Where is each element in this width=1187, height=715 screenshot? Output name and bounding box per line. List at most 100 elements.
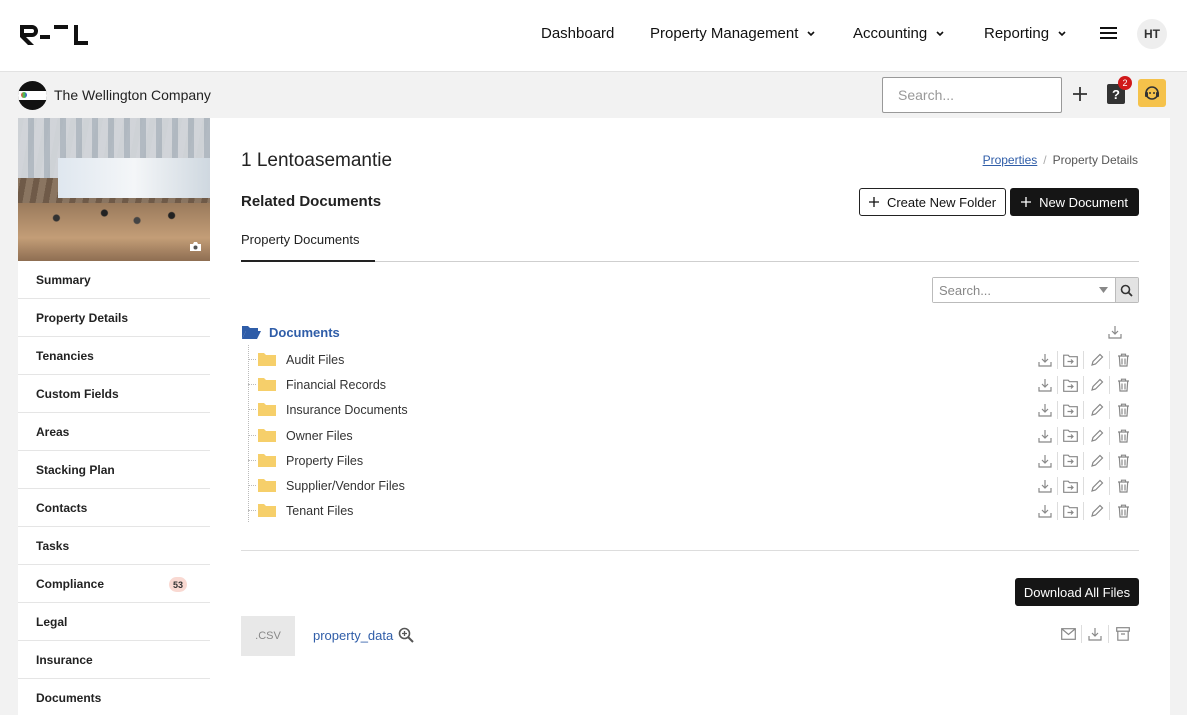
delete-folder-button[interactable]	[1110, 502, 1136, 520]
sidebar-item-documents[interactable]: Documents	[18, 679, 210, 715]
add-icon[interactable]	[1071, 85, 1089, 103]
sidebar-item-tenancies[interactable]: Tenancies	[18, 337, 210, 375]
camera-icon[interactable]	[189, 241, 202, 252]
move-folder-button[interactable]	[1058, 426, 1084, 445]
delete-folder-button[interactable]	[1110, 452, 1136, 470]
search-dropdown-toggle[interactable]	[1093, 278, 1115, 302]
company-name[interactable]: The Wellington Company	[54, 87, 211, 103]
folder-label[interactable]: Audit Files	[286, 353, 344, 367]
documents-root-label: Documents	[269, 325, 340, 340]
document-search-input[interactable]	[933, 278, 1093, 302]
folder-row[interactable]: Tenant Files	[248, 498, 1129, 523]
folder-label[interactable]: Insurance Documents	[286, 403, 408, 417]
file-name-link[interactable]: property_data	[313, 628, 393, 643]
download-folder-button[interactable]	[1032, 401, 1058, 420]
folder-icon	[258, 453, 276, 467]
delete-folder-button[interactable]	[1110, 351, 1136, 369]
nav-dashboard[interactable]: Dashboard	[541, 25, 614, 42]
folder-actions	[1032, 451, 1136, 470]
download-icon	[1088, 628, 1102, 641]
rename-folder-button[interactable]	[1084, 451, 1110, 470]
folder-row[interactable]: Audit Files	[248, 347, 1129, 372]
global-search-input[interactable]	[882, 77, 1062, 113]
zoom-in-icon[interactable]	[398, 627, 414, 643]
nav-reporting-label: Reporting	[984, 25, 1050, 42]
nav-accounting[interactable]: Accounting	[853, 25, 945, 42]
folder-actions	[1032, 426, 1136, 445]
download-folder-button[interactable]	[1032, 351, 1058, 369]
create-new-folder-button[interactable]: Create New Folder	[859, 188, 1006, 216]
sidebar-item-legal[interactable]: Legal	[18, 603, 210, 641]
nav-reporting[interactable]: Reporting	[984, 25, 1067, 42]
folder-row[interactable]: Property Files	[248, 448, 1129, 473]
create-new-folder-label: Create New Folder	[886, 194, 997, 210]
download-folder-button[interactable]	[1032, 502, 1058, 521]
sidebar-item-summary[interactable]: Summary	[18, 261, 210, 299]
plus-icon	[868, 197, 879, 207]
folder-label[interactable]: Tenant Files	[286, 504, 353, 518]
rename-folder-button[interactable]	[1084, 502, 1110, 521]
download-all-files-button[interactable]: Download All Files	[1015, 578, 1139, 606]
download-folder-button[interactable]	[1032, 477, 1058, 495]
download-folder-button[interactable]	[1032, 451, 1058, 470]
delete-folder-button[interactable]	[1110, 376, 1136, 394]
rename-folder-button[interactable]	[1084, 376, 1110, 395]
app-logo[interactable]	[18, 23, 90, 45]
sidebar-item-custom-fields[interactable]: Custom Fields	[18, 375, 210, 413]
email-file-button[interactable]	[1055, 625, 1082, 643]
download-folder-button[interactable]	[1032, 376, 1058, 395]
sidebar-item-compliance[interactable]: Compliance 53	[18, 565, 210, 603]
sidebar-item-stacking-plan[interactable]: Stacking Plan	[18, 451, 210, 489]
sidebar-item-insurance[interactable]: Insurance	[18, 641, 210, 679]
rename-folder-button[interactable]	[1084, 401, 1110, 420]
folder-label[interactable]: Owner Files	[286, 429, 353, 443]
nav-property-management[interactable]: Property Management	[650, 25, 816, 42]
headset-icon	[1145, 86, 1159, 100]
property-photo	[18, 118, 210, 261]
delete-folder-button[interactable]	[1110, 401, 1136, 419]
document-search-button[interactable]	[1114, 278, 1138, 302]
folder-label[interactable]: Financial Records	[286, 378, 386, 392]
move-folder-button[interactable]	[1058, 477, 1084, 495]
file-type-thumbnail: .CSV	[241, 616, 295, 656]
rename-folder-button[interactable]	[1084, 351, 1110, 369]
folder-row[interactable]: Supplier/Vendor Files	[248, 473, 1129, 498]
download-icon[interactable]	[1108, 325, 1122, 339]
new-document-button[interactable]: New Document	[1010, 188, 1139, 216]
folder-label[interactable]: Supplier/Vendor Files	[286, 479, 405, 493]
move-folder-icon	[1063, 379, 1078, 392]
top-navbar: Dashboard Property Management Accounting…	[0, 0, 1187, 71]
delete-folder-button[interactable]	[1110, 427, 1136, 445]
sidebar-item-tasks[interactable]: Tasks	[18, 527, 210, 565]
move-folder-button[interactable]	[1058, 401, 1084, 420]
move-folder-button[interactable]	[1058, 351, 1084, 369]
folder-row[interactable]: Insurance Documents	[248, 397, 1129, 422]
sidebar-item-areas[interactable]: Areas	[18, 413, 210, 451]
breadcrumb-properties-link[interactable]: Properties	[983, 153, 1038, 167]
download-file-button[interactable]	[1082, 625, 1109, 643]
rename-folder-button[interactable]	[1084, 477, 1110, 495]
folder-row[interactable]: Financial Records	[248, 372, 1129, 397]
tab-property-documents[interactable]: Property Documents	[241, 232, 375, 262]
user-avatar[interactable]: HT	[1137, 19, 1167, 49]
archive-file-button[interactable]	[1109, 625, 1136, 643]
hamburger-menu-icon[interactable]	[1100, 26, 1117, 40]
folder-icon	[258, 378, 276, 392]
move-folder-button[interactable]	[1058, 376, 1084, 395]
delete-folder-button[interactable]	[1110, 477, 1136, 495]
support-agent-button[interactable]	[1138, 79, 1166, 107]
download-icon	[1037, 379, 1052, 392]
folder-row[interactable]: Owner Files	[248, 423, 1129, 448]
tree-connector	[248, 384, 256, 386]
documents-root-folder[interactable]: Documents	[241, 325, 340, 340]
move-folder-button[interactable]	[1058, 502, 1084, 521]
sidebar-item-label: Contacts	[36, 500, 88, 515]
sidebar-item-property-details[interactable]: Property Details	[18, 299, 210, 337]
download-folder-button[interactable]	[1032, 426, 1058, 445]
rename-folder-button[interactable]	[1084, 426, 1110, 445]
sidebar-item-label: Stacking Plan	[36, 462, 115, 477]
move-folder-button[interactable]	[1058, 451, 1084, 470]
tree-connector	[248, 434, 256, 436]
sidebar-item-contacts[interactable]: Contacts	[18, 489, 210, 527]
folder-label[interactable]: Property Files	[286, 454, 363, 468]
